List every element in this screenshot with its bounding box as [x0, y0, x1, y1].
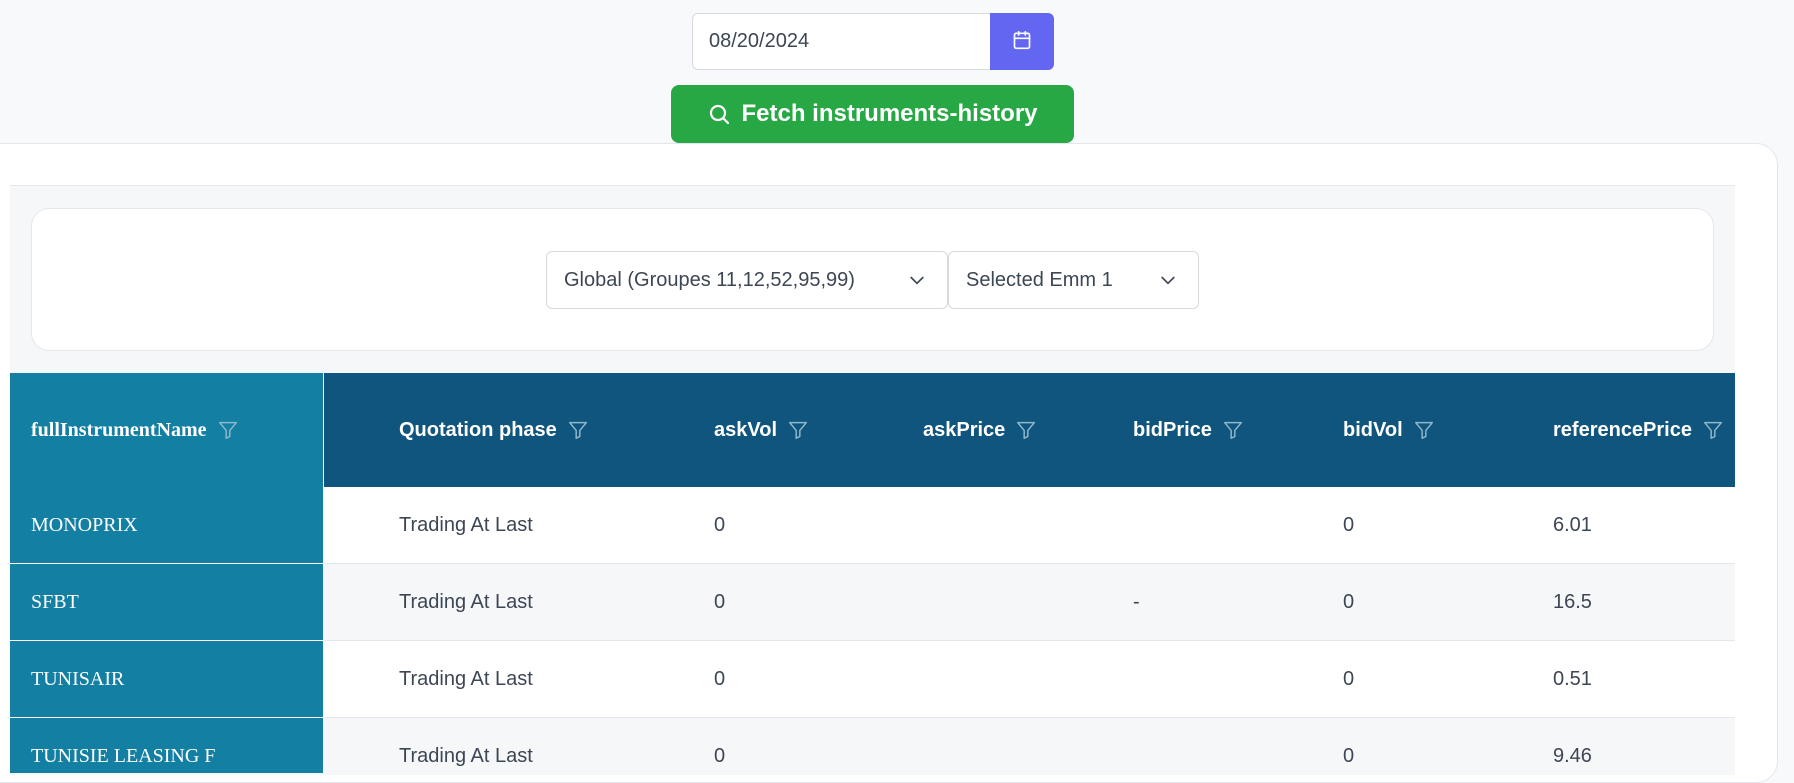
search-icon	[707, 102, 731, 126]
calendar-icon	[1012, 30, 1032, 53]
column-header-label: bidPrice	[1133, 418, 1212, 441]
column-header-fullinstrumentname[interactable]: fullInstrumentName	[10, 373, 324, 487]
column-header-label: bidVol	[1343, 418, 1403, 441]
instrument-name-cell: MONOPRIX	[10, 487, 324, 564]
date-input[interactable]	[692, 13, 990, 70]
column-header-askvol[interactable]: askVol	[714, 373, 809, 487]
quotation-phase-cell: Trading At Last	[399, 514, 533, 536]
instrument-name-cell: TUNISIE LEASING F	[10, 718, 324, 773]
bidvol-cell: 0	[1343, 514, 1355, 536]
chevron-down-icon	[1158, 270, 1178, 290]
referenceprice-cell: 9.46	[1553, 745, 1592, 767]
bidprice-cell: -	[1133, 591, 1140, 613]
fetch-button-label: Fetch instruments-history	[741, 100, 1038, 127]
filter-icon[interactable]	[787, 419, 809, 441]
askvol-cell: 0	[714, 745, 726, 767]
column-header-label: Quotation phase	[399, 418, 557, 441]
column-header-label: referencePrice	[1553, 418, 1692, 441]
askvol-cell: 0	[714, 668, 726, 690]
referenceprice-cell: 16.5	[1553, 591, 1592, 613]
instruments-table: fullInstrumentName Quotation phase askVo…	[10, 373, 1735, 773]
table-header: fullInstrumentName Quotation phase askVo…	[10, 373, 1735, 487]
column-header-label: askPrice	[923, 418, 1006, 441]
filter-icon[interactable]	[567, 419, 589, 441]
column-header-askprice[interactable]: askPrice	[923, 373, 1037, 487]
table-row[interactable]: TUNISAIR Trading At Last 0 0 0.51	[10, 641, 1735, 718]
instrument-name-cell: TUNISAIR	[10, 641, 324, 718]
table-row[interactable]: MONOPRIX Trading At Last 0 0 6.01	[10, 487, 1735, 564]
date-picker	[692, 13, 1054, 70]
bidvol-cell: 0	[1343, 745, 1355, 767]
column-header-bidprice[interactable]: bidPrice	[1133, 373, 1244, 487]
column-header-quotation-phase[interactable]: Quotation phase	[399, 373, 589, 487]
emm-select[interactable]: Selected Emm 1	[948, 251, 1199, 309]
group-select-value: Global (Groupes 11,12,52,95,99)	[564, 268, 855, 291]
filter-icon[interactable]	[1015, 419, 1037, 441]
askvol-cell: 0	[714, 514, 726, 536]
emm-select-value: Selected Emm 1	[966, 268, 1113, 291]
filter-icon[interactable]	[1413, 419, 1435, 441]
fetch-instruments-history-button[interactable]: Fetch instruments-history	[671, 85, 1074, 143]
filter-icon[interactable]	[1702, 419, 1724, 441]
table-row[interactable]: SFBT Trading At Last 0 - 0 16.5	[10, 564, 1735, 641]
quotation-phase-cell: Trading At Last	[399, 591, 533, 613]
filter-icon[interactable]	[217, 419, 239, 441]
calendar-button[interactable]	[990, 13, 1054, 70]
quotation-phase-cell: Trading At Last	[399, 668, 533, 690]
referenceprice-cell: 6.01	[1553, 514, 1592, 536]
referenceprice-cell: 0.51	[1553, 668, 1592, 690]
quotation-phase-cell: Trading At Last	[399, 745, 533, 767]
instrument-name-cell: SFBT	[10, 564, 324, 641]
filter-icon[interactable]	[1222, 419, 1244, 441]
bidvol-cell: 0	[1343, 591, 1355, 613]
column-header-referenceprice[interactable]: referencePrice	[1553, 373, 1724, 487]
group-select[interactable]: Global (Groupes 11,12,52,95,99)	[546, 251, 948, 309]
column-header-label: askVol	[714, 418, 777, 441]
column-header-label: fullInstrumentName	[31, 418, 207, 441]
chevron-down-icon	[907, 270, 927, 290]
table-row[interactable]: TUNISIE LEASING F Trading At Last 0 0 9.…	[10, 718, 1735, 773]
askvol-cell: 0	[714, 591, 726, 613]
bidvol-cell: 0	[1343, 668, 1355, 690]
column-header-bidvol[interactable]: bidVol	[1343, 373, 1435, 487]
